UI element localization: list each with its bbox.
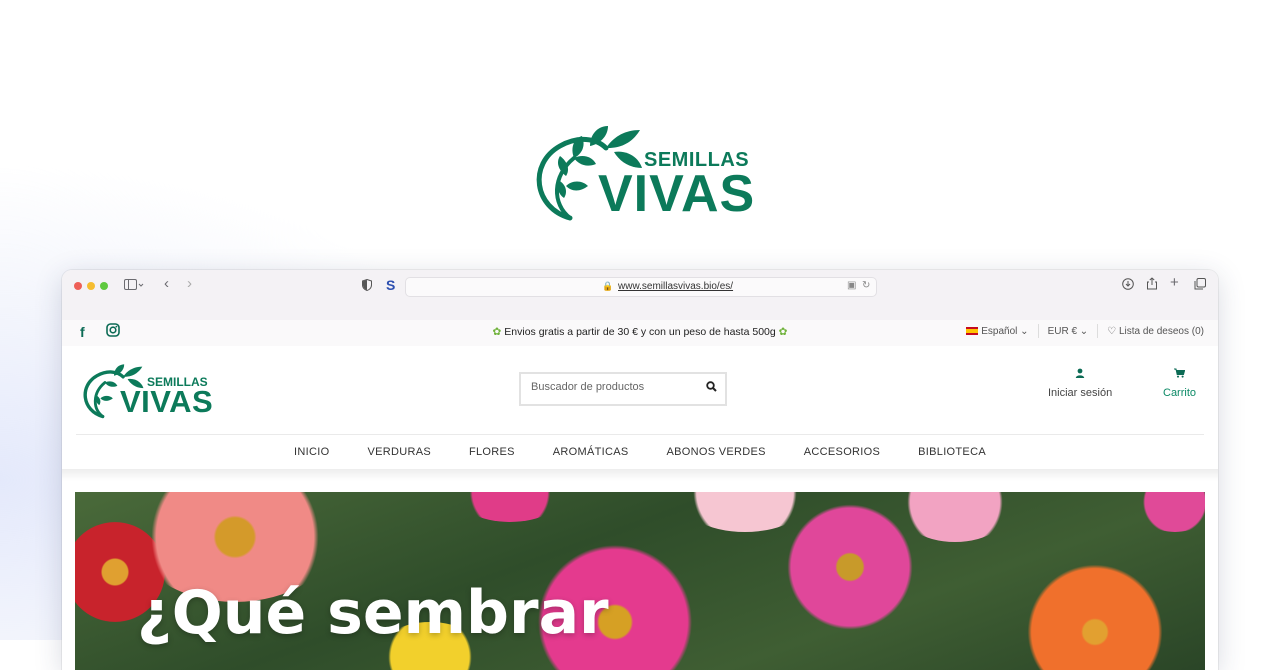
tabs-overview-icon[interactable]	[1194, 278, 1206, 293]
login-link[interactable]: Iniciar sesión	[1048, 368, 1112, 399]
top-utilities: Español ⌄ EUR € ⌄ ♡ Lista de deseos (0)	[966, 324, 1204, 338]
banner-flower	[895, 492, 1015, 542]
spain-flag-icon	[966, 326, 979, 335]
hero-banner[interactable]: ¿Qué sembrar	[75, 492, 1205, 670]
banner-flower	[785, 502, 915, 632]
language-selector[interactable]: Español ⌄	[966, 325, 1029, 337]
nav-item-abonos-verdes[interactable]: ABONOS VERDES	[667, 446, 766, 458]
nav-item-verduras[interactable]: VERDURAS	[367, 446, 431, 458]
cart-icon	[1163, 368, 1196, 381]
search-icon[interactable]	[706, 381, 717, 395]
sidebar-icon[interactable]	[124, 279, 144, 294]
banner-flower	[455, 492, 565, 522]
main-nav: INICIO VERDURAS FLORES AROMÁTICAS ABONOS…	[76, 434, 1204, 471]
cart-label: Carrito	[1163, 387, 1197, 399]
wishlist-label: Lista de deseos (0)	[1118, 325, 1204, 337]
forward-icon[interactable]: ›	[187, 276, 192, 291]
lock-icon: 🔒	[602, 281, 614, 291]
download-icon[interactable]	[1122, 278, 1134, 293]
sprout-icon: ✿	[778, 326, 788, 338]
brand-logo-large: SEMILLAS VIVAS	[530, 124, 756, 223]
cart-link[interactable]: Carrito	[1163, 368, 1196, 399]
address-bar[interactable]: 🔒 www.semillasvivas.bio/es/ ▣ ↻	[405, 277, 877, 297]
translate-icon[interactable]: ▣	[847, 280, 856, 291]
nav-item-flores[interactable]: FLORES	[469, 446, 515, 458]
minimize-window-button[interactable]	[87, 282, 95, 290]
site-header: SEMILLAS VIVAS Iniciar sesión Carrito	[62, 346, 1218, 434]
search-input[interactable]	[529, 380, 703, 394]
nav-item-biblioteca[interactable]: BIBLIOTECA	[918, 446, 986, 458]
top-info-bar: f ✿ Envios gratis a partir de 30 € y con…	[62, 320, 1218, 346]
chevron-down-icon: ⌄	[1020, 325, 1029, 337]
share-icon[interactable]	[1146, 277, 1158, 293]
browser-window: ‹ › S 🔒 www.semillasvivas.bio/es/ ▣ ↻ + …	[62, 270, 1218, 670]
sprout-icon: ✿	[492, 326, 502, 338]
product-search	[519, 372, 727, 406]
reload-icon[interactable]: ↻	[862, 280, 870, 291]
banner-flower	[1135, 492, 1205, 532]
header-shadow	[62, 469, 1218, 481]
wishlist-link[interactable]: ♡ Lista de deseos (0)	[1107, 326, 1204, 337]
address-url[interactable]: www.semillasvivas.bio/es/	[618, 281, 733, 292]
banner-flower	[675, 492, 815, 532]
banner-flower	[1025, 562, 1165, 670]
site-logo[interactable]: SEMILLAS VIVAS	[80, 362, 220, 420]
banner-title: ¿Qué sembrar	[137, 578, 609, 648]
back-icon[interactable]: ‹	[164, 276, 169, 291]
brand-word-big: VIVAS	[598, 165, 756, 223]
nav-item-accesorios[interactable]: ACCESORIOS	[804, 446, 880, 458]
chevron-down-icon: ⌄	[1079, 325, 1089, 337]
heart-icon: ♡	[1107, 325, 1117, 337]
extension-s-icon[interactable]: S	[386, 278, 395, 292]
divider	[1097, 324, 1099, 338]
currency-label: EUR €	[1047, 325, 1078, 337]
shipping-text: Envios gratis a partir de 30 € y con un …	[504, 326, 776, 338]
nav-item-aromaticas[interactable]: AROMÁTICAS	[553, 446, 629, 458]
nav-item-inicio[interactable]: INICIO	[294, 446, 329, 458]
currency-selector[interactable]: EUR € ⌄	[1048, 326, 1089, 337]
browser-toolbar: ‹ › S 🔒 www.semillasvivas.bio/es/ ▣ ↻ +	[62, 270, 1218, 321]
close-window-button[interactable]	[74, 282, 82, 290]
language-label: Español	[981, 325, 1018, 337]
user-icon	[1048, 368, 1112, 381]
login-label: Iniciar sesión	[1048, 387, 1113, 399]
divider	[1037, 324, 1039, 338]
logo-word-big: VIVAS	[120, 384, 214, 419]
shield-icon[interactable]	[362, 278, 372, 294]
new-tab-icon[interactable]: +	[1170, 275, 1179, 290]
zoom-window-button[interactable]	[100, 282, 108, 290]
